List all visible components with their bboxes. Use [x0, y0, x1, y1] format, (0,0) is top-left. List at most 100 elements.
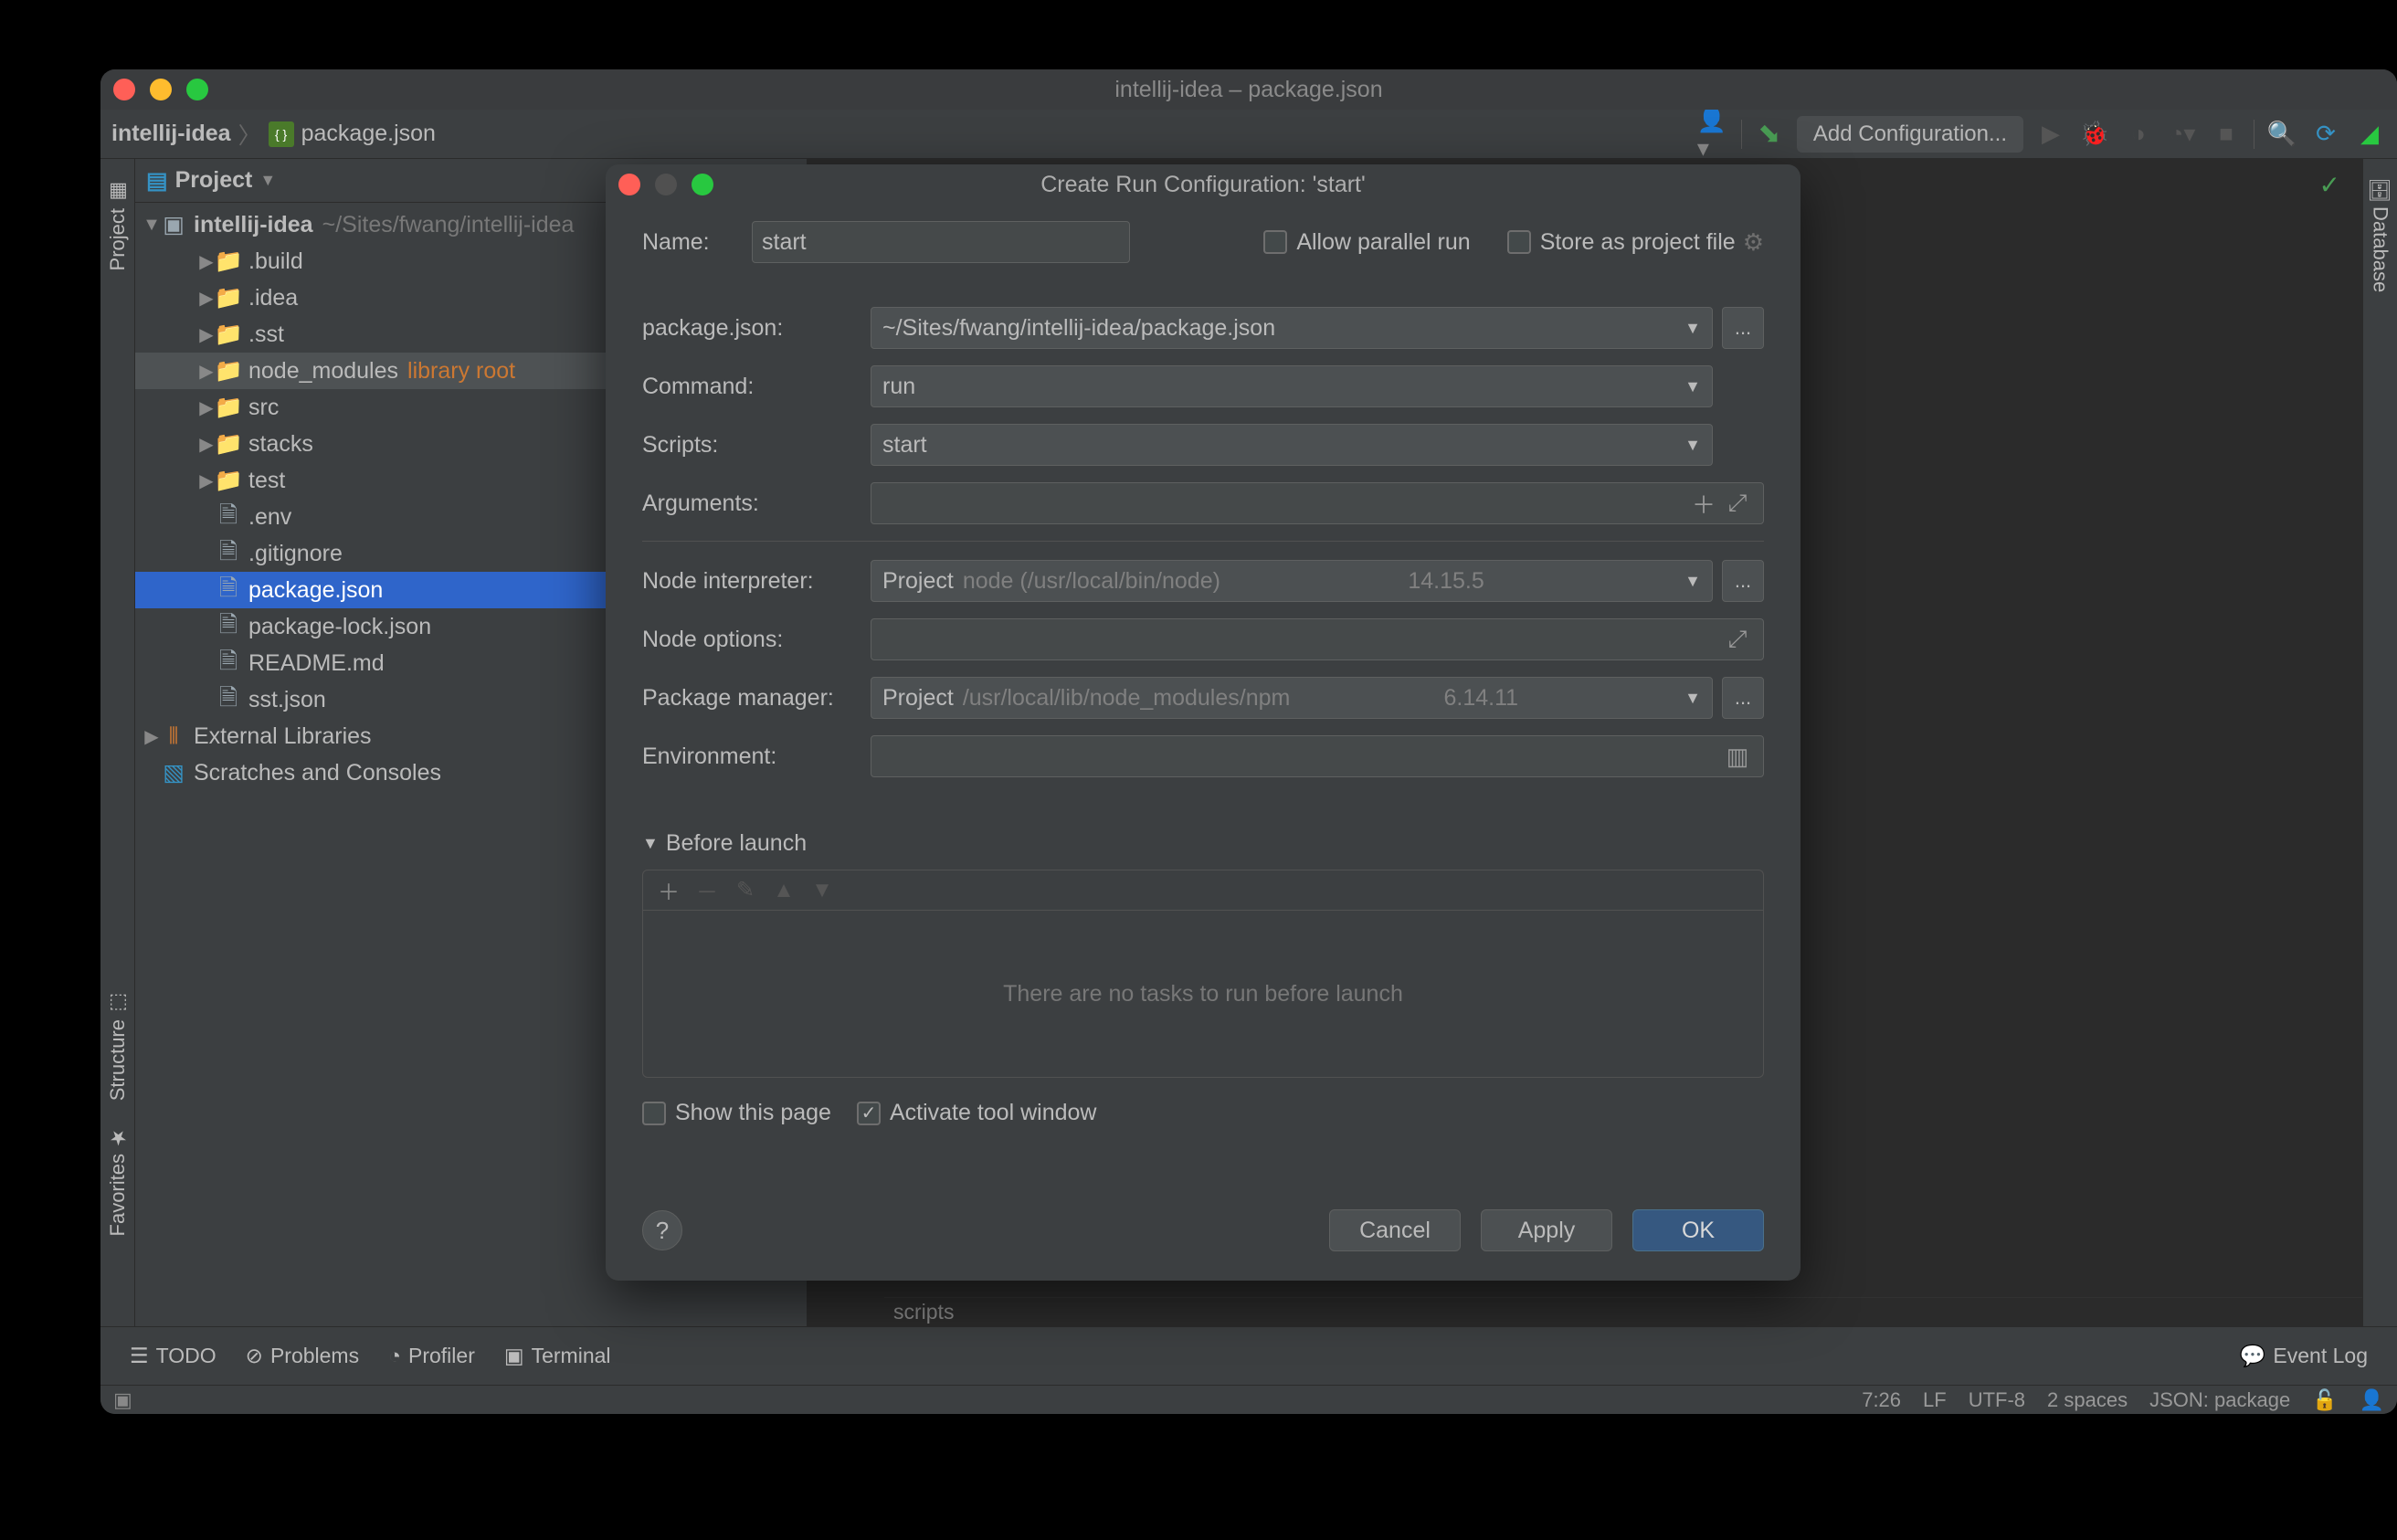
package-manager-browse-button[interactable]: ... — [1722, 677, 1764, 719]
cancel-button[interactable]: Cancel — [1329, 1209, 1461, 1251]
todo-icon: ☰ — [130, 1344, 149, 1368]
arguments-label: Arguments: — [642, 490, 871, 517]
status-cursor-pos[interactable]: 7:26 — [1862, 1388, 1901, 1412]
store-project-checkbox[interactable]: Store as project file — [1507, 229, 1736, 256]
scripts-dropdown[interactable]: start ▼ — [871, 424, 1713, 466]
database-icon: 🗄 — [2370, 179, 2392, 201]
node-options-expand-button[interactable]: ⤢ — [1716, 618, 1758, 660]
run-icon[interactable]: ▶ — [2034, 118, 2067, 151]
sync-icon[interactable]: ⟳ — [2309, 118, 2342, 151]
edit-task-button: ✎ — [729, 874, 762, 907]
status-line-sep[interactable]: LF — [1923, 1388, 1947, 1412]
status-lock-icon[interactable]: 🔓 — [2312, 1388, 2337, 1412]
profiler-icon: ◔ — [388, 1344, 401, 1368]
arguments-input[interactable] — [871, 482, 1764, 524]
status-tool-windows-icon[interactable]: ▣ — [113, 1388, 132, 1412]
user-icon[interactable]: 👤▾ — [1697, 118, 1730, 151]
environment-input[interactable] — [871, 735, 1764, 777]
project-tool-tab[interactable]: Project▦ — [102, 168, 133, 283]
show-this-page-checkbox[interactable]: Show this page — [642, 1100, 831, 1126]
before-launch-header[interactable]: ▼ Before launch — [642, 830, 1764, 857]
project-tool-icon: ▦ — [107, 181, 129, 203]
event-log-tab[interactable]: 💬Event Log — [2225, 1338, 2382, 1374]
structure-tool-icon: ⬚ — [107, 992, 129, 1014]
status-indent[interactable]: 2 spaces — [2047, 1388, 2128, 1412]
activate-tool-window-checkbox[interactable]: Activate tool window — [857, 1100, 1097, 1126]
add-configuration-button[interactable]: Add Configuration... — [1797, 116, 2023, 153]
ide-features-icon[interactable]: ◢ — [2353, 118, 2386, 151]
dialog-close-button[interactable] — [618, 174, 640, 195]
node-interpreter-browse-button[interactable]: ... — [1722, 560, 1764, 602]
package-json-dropdown[interactable]: ~/Sites/fwang/intellij-idea/package.json… — [871, 307, 1713, 349]
gear-icon[interactable]: ⚙ — [1743, 228, 1764, 257]
name-label: Name: — [642, 229, 752, 256]
left-gutter: Project▦ Structure⬚ Favorites★ — [100, 159, 135, 1326]
coverage-icon[interactable]: ◑ — [2122, 118, 2155, 151]
chevron-down-icon[interactable]: ▼ — [259, 171, 276, 190]
package-manager-dropdown[interactable]: Project /usr/local/lib/node_modules/npm … — [871, 677, 1713, 719]
editor-breadcrumb[interactable]: scripts — [884, 1297, 2362, 1326]
collapse-arrow-icon: ▼ — [642, 834, 659, 853]
inspection-ok-icon[interactable]: ✓ — [2319, 170, 2340, 200]
arguments-expand-button[interactable]: ⤢ — [1716, 482, 1758, 524]
node-options-input[interactable] — [871, 618, 1764, 660]
package-json-browse-button[interactable]: ... — [1722, 307, 1764, 349]
chevron-down-icon: ▼ — [1684, 436, 1701, 455]
file-icon: 🗎 — [216, 541, 241, 566]
status-filetype[interactable]: JSON: package — [2149, 1388, 2290, 1412]
profile-icon[interactable]: ◔▾ — [2166, 118, 2199, 151]
project-view-icon: ▤ — [146, 167, 168, 195]
build-icon[interactable]: ⬊ — [1753, 118, 1786, 151]
before-launch-tasks-list: There are no tasks to run before launch — [642, 910, 1764, 1078]
node-interpreter-label: Node interpreter: — [642, 568, 871, 595]
breadcrumb-project[interactable]: intellij-idea — [111, 121, 231, 147]
window-title: intellij-idea – package.json — [1114, 77, 1382, 103]
allow-parallel-checkbox[interactable]: Allow parallel run — [1263, 229, 1470, 256]
apply-button[interactable]: Apply — [1481, 1209, 1612, 1251]
database-tool-tab[interactable]: 🗄Database — [2365, 168, 2396, 303]
command-dropdown[interactable]: run ▼ — [871, 365, 1713, 407]
breadcrumb-file[interactable]: package.json — [301, 121, 436, 147]
structure-tool-tab[interactable]: Structure⬚ — [102, 979, 133, 1113]
favorites-tool-icon: ★ — [107, 1126, 129, 1148]
terminal-tab[interactable]: ▣Terminal — [490, 1338, 626, 1374]
status-inspector-icon[interactable]: 👤 — [2360, 1388, 2384, 1412]
dialog-maximize-button[interactable] — [692, 174, 713, 195]
window-titlebar: intellij-idea – package.json — [100, 69, 2397, 110]
favorites-tool-tab[interactable]: Favorites★ — [102, 1113, 133, 1249]
folder-icon: 📁 — [216, 285, 241, 311]
ok-button[interactable]: OK — [1632, 1209, 1764, 1251]
run-config-dialog: Create Run Configuration: 'start' Name: … — [606, 164, 1800, 1281]
search-icon[interactable]: 🔍 — [2265, 118, 2298, 151]
remove-task-button: － — [691, 874, 723, 907]
name-input[interactable] — [752, 221, 1130, 263]
event-log-icon: 💬 — [2240, 1344, 2266, 1368]
status-encoding[interactable]: UTF-8 — [1969, 1388, 2025, 1412]
package-manager-label: Package manager: — [642, 685, 871, 712]
window-close-button[interactable] — [113, 79, 135, 100]
library-icon: ⫴ — [161, 723, 186, 749]
chevron-down-icon: ▼ — [1684, 319, 1701, 338]
window-maximize-button[interactable] — [186, 79, 208, 100]
dialog-title: Create Run Configuration: 'start' — [1040, 172, 1366, 198]
help-button[interactable]: ? — [642, 1210, 682, 1250]
file-icon: 🗎 — [216, 577, 241, 603]
node-options-label: Node options: — [642, 627, 871, 653]
chevron-down-icon: ▼ — [1684, 689, 1701, 708]
debug-icon[interactable]: 🐞 — [2078, 118, 2111, 151]
environment-browse-button[interactable]: ▥ — [1716, 735, 1758, 777]
problems-tab[interactable]: ⊘Problems — [231, 1338, 374, 1374]
todo-tab[interactable]: ☰TODO — [115, 1338, 231, 1374]
navigation-bar: intellij-idea 〉 { } package.json 👤▾ ⬊ Ad… — [100, 110, 2397, 159]
bottom-tool-bar: ☰TODO ⊘Problems ◔Profiler ▣Terminal 💬Eve… — [100, 1326, 2397, 1385]
profiler-tab[interactable]: ◔Profiler — [374, 1338, 490, 1374]
node-interpreter-dropdown[interactable]: Project node (/usr/local/bin/node) 14.15… — [871, 560, 1713, 602]
before-launch-toolbar: ＋ － ✎ ▲ ▼ — [642, 870, 1764, 910]
add-task-button[interactable]: ＋ — [652, 874, 685, 907]
window-minimize-button[interactable] — [150, 79, 172, 100]
command-label: Command: — [642, 374, 871, 400]
status-bar: ▣ 7:26 LF UTF-8 2 spaces JSON: package 🔓… — [100, 1385, 2397, 1414]
terminal-icon: ▣ — [504, 1344, 524, 1368]
package-json-label: package.json: — [642, 315, 871, 342]
stop-icon[interactable]: ■ — [2210, 118, 2243, 151]
